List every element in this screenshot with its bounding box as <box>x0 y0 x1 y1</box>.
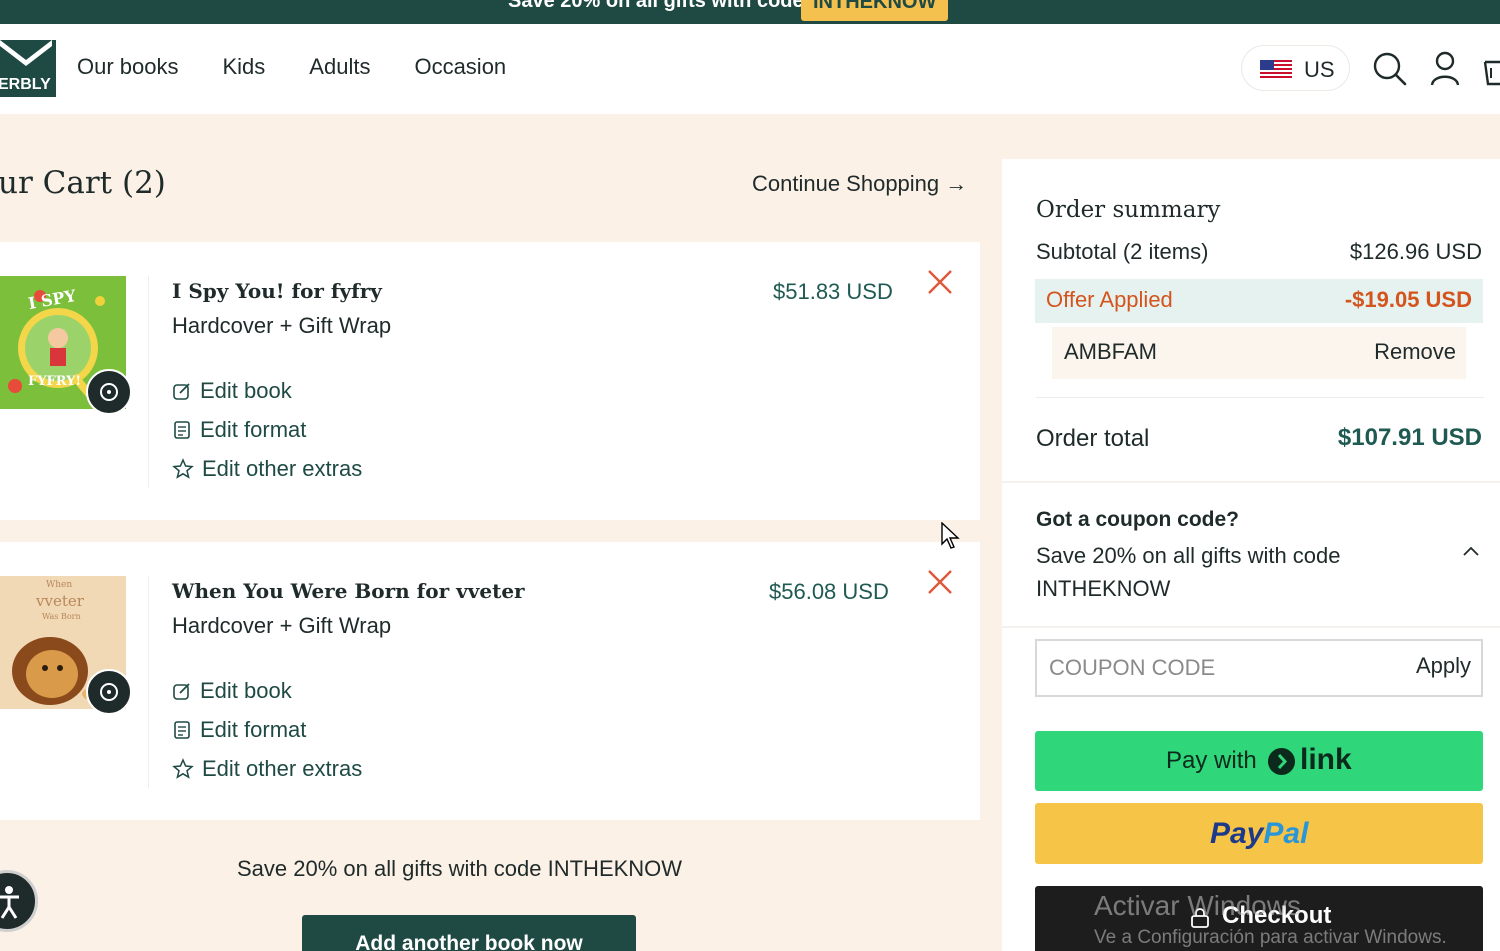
order-total-label: Order total <box>1036 425 1150 452</box>
apply-coupon-button[interactable]: Apply <box>1416 653 1471 679</box>
search-icon[interactable] <box>1370 48 1410 88</box>
order-summary-title: Order summary <box>1036 197 1221 223</box>
promo-text: Save 20% on all gifts with code <box>508 0 804 12</box>
promo-code-badge: INTHEKNOW <box>801 0 949 21</box>
summary-divider <box>1036 397 1484 398</box>
remove-item-icon[interactable] <box>926 568 954 596</box>
edit-extras-label: Edit other extras <box>202 456 363 481</box>
link-logo-icon <box>1268 748 1295 775</box>
paypal-wordmark-part2: Pal <box>1263 817 1309 850</box>
edit-book-action[interactable]: Edit book <box>172 677 292 705</box>
cover-name-text: vveter <box>36 592 84 610</box>
save-promo-line: Save 20% on all gifts with code INTHEKNO… <box>237 856 683 881</box>
edit-extras-label: Edit other extras <box>202 756 363 781</box>
item-title: I Spy You! for fyfry <box>172 279 382 303</box>
brand-logo[interactable]: ERBLY <box>0 40 56 97</box>
item-format: Hardcover + Gift Wrap <box>172 613 392 638</box>
order-total-value: $107.91 USD <box>1337 424 1482 451</box>
region-selector[interactable]: US <box>1241 45 1350 91</box>
logo-text: ERBLY <box>0 76 51 93</box>
promo-bar: Save 20% on all gifts with code INTHEKNO… <box>0 0 1500 24</box>
subtotal-label: Subtotal (2 items) <box>1036 239 1209 264</box>
us-flag-icon <box>1260 60 1292 80</box>
logo-mark-icon <box>0 40 52 66</box>
nav-kids[interactable]: Kids <box>223 54 266 80</box>
remove-coupon-link[interactable]: Remove <box>1374 339 1456 365</box>
edit-icon <box>173 683 190 700</box>
paypal-button[interactable]: PayPal <box>1035 803 1483 864</box>
item-title: When You Were Born for vveter <box>172 579 525 603</box>
edit-format-action[interactable]: Edit format <box>172 416 306 444</box>
edit-format-action[interactable]: Edit format <box>172 716 306 744</box>
zoom-icon <box>100 383 118 401</box>
cart-title: ur Cart (2) <box>0 165 166 201</box>
edit-book-label: Edit book <box>200 378 292 403</box>
accessibility-button[interactable] <box>0 870 38 932</box>
accessibility-icon <box>0 886 19 919</box>
edit-extras-action[interactable]: Edit other extras <box>172 755 362 783</box>
edit-book-label: Edit book <box>200 678 292 703</box>
windows-activation-watermark: Activar Windows <box>1094 890 1301 921</box>
star-icon <box>172 758 194 779</box>
main-nav: Our books Kids Adults Occasion <box>77 54 550 80</box>
order-summary-panel: Order summary Subtotal (2 items) $126.96… <box>1002 159 1500 951</box>
add-another-book-button[interactable]: Add another book now <box>302 915 636 951</box>
item-price: $56.08 USD <box>769 579 889 604</box>
region-label: US <box>1304 57 1335 82</box>
edit-icon <box>173 383 190 400</box>
coupon-input-group: Apply <box>1035 639 1483 697</box>
paypal-wordmark-part1: Pay <box>1210 817 1264 850</box>
section-divider <box>1002 626 1500 628</box>
edit-format-label: Edit format <box>200 417 307 442</box>
nav-occasion[interactable]: Occasion <box>414 54 506 80</box>
coupon-question: Got a coupon code? <box>1036 508 1239 531</box>
coupon-code-input[interactable] <box>1037 641 1387 695</box>
edit-extras-action[interactable]: Edit other extras <box>172 455 362 483</box>
link-wordmark: link <box>1300 743 1352 776</box>
pay-with-link-button[interactable]: Pay with link <box>1035 731 1483 791</box>
format-icon <box>174 421 190 439</box>
remove-item-icon[interactable] <box>926 268 954 296</box>
mouse-cursor-icon <box>941 522 960 549</box>
zoom-preview-button[interactable] <box>86 669 132 715</box>
subtotal-value: $126.96 USD <box>1349 239 1482 264</box>
star-icon <box>172 458 194 479</box>
cover-name-text: FYFRY! <box>28 374 82 389</box>
item-price: $51.83 USD <box>773 279 893 304</box>
cart-item: I SPY FYFRY! I Spy You! for fyfry Hardco… <box>0 242 980 520</box>
paypal-wordmark: PayPal <box>1210 817 1308 851</box>
edit-book-action[interactable]: Edit book <box>172 377 292 405</box>
zoom-icon <box>100 683 118 701</box>
item-format: Hardcover + Gift Wrap <box>172 313 392 338</box>
link-pay-label: Pay with <box>1166 747 1257 774</box>
offer-value: -$19.05 USD <box>1344 287 1472 312</box>
coupon-description: Save 20% on all gifts with code INTHEKNO… <box>1036 543 1341 601</box>
chevron-up-icon[interactable] <box>1462 545 1480 557</box>
offer-applied-row: Offer Applied -$19.05 USD <box>1035 279 1483 323</box>
item-divider <box>148 276 149 488</box>
cart-item: When vveter Was Born When You Were Born … <box>0 542 980 820</box>
nav-our-books[interactable]: Our books <box>77 54 179 80</box>
section-divider <box>1002 481 1500 483</box>
cover-top-text: When <box>46 580 73 590</box>
basket-icon[interactable] <box>1480 48 1500 88</box>
continue-shopping-link[interactable]: Continue Shopping → <box>752 171 967 197</box>
nav-adults[interactable]: Adults <box>309 54 370 80</box>
zoom-preview-button[interactable] <box>86 369 132 415</box>
format-icon <box>174 721 190 739</box>
site-header: ERBLY Our books Kids Adults Occasion US <box>0 24 1500 114</box>
account-icon[interactable] <box>1425 48 1465 88</box>
cover-sub-text: Was Born <box>42 612 81 621</box>
applied-coupon-row: AMBFAM Remove <box>1052 327 1466 379</box>
item-divider <box>148 576 149 788</box>
windows-activation-subtext: Ve a Configuración para activar Windows. <box>1094 927 1447 948</box>
applied-coupon-code: AMBFAM <box>1064 339 1157 364</box>
edit-format-label: Edit format <box>200 717 307 742</box>
offer-label: Offer Applied <box>1046 287 1173 312</box>
